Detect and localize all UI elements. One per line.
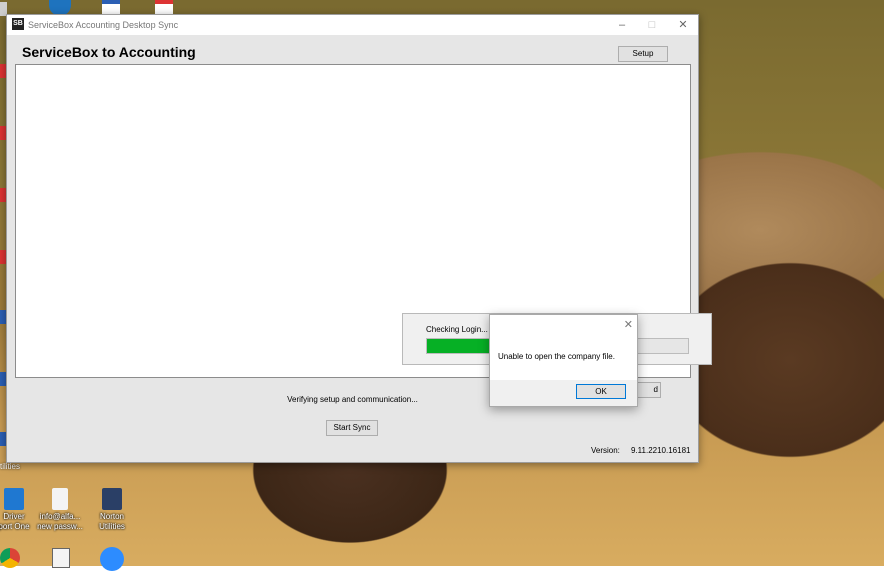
document-icon[interactable]	[52, 548, 70, 568]
title-bar[interactable]: SB ServiceBox Accounting Desktop Sync – …	[7, 15, 698, 35]
minimize-icon[interactable]: –	[615, 18, 629, 32]
zoom-icon[interactable]	[100, 547, 124, 571]
version-label: Version:	[591, 446, 620, 455]
driver-support-icon	[4, 488, 24, 510]
text-file-icon	[52, 488, 68, 510]
desktop-icon-label: Driver port One	[0, 512, 30, 531]
desktop-icon-info-file[interactable]: info@alfa... new passw...	[36, 488, 84, 532]
desktop-icon-label: Norton Utilities	[99, 512, 125, 531]
utilities-label-fragment: tilities	[0, 462, 21, 471]
setup-button[interactable]: Setup	[618, 46, 668, 62]
desktop-icon-driver-support[interactable]: Driver port One	[0, 488, 38, 532]
desktop-icon-label: info@alfa... new passw...	[37, 512, 83, 531]
progress-label: Checking Login...	[426, 325, 488, 334]
chrome-icon[interactable]	[0, 548, 20, 568]
close-icon[interactable]: ✕	[624, 318, 633, 331]
ok-button[interactable]: OK	[576, 384, 626, 399]
window-title: ServiceBox Accounting Desktop Sync	[28, 20, 179, 30]
desktop-icon-norton-utilities[interactable]: Norton Utilities	[88, 488, 136, 532]
error-message-box: ✕ Unable to open the company file. OK	[489, 314, 638, 407]
version-value: 9.11.2210.16181	[631, 446, 691, 455]
maximize-icon[interactable]: □	[645, 18, 659, 32]
progress-bar-fill	[427, 339, 493, 353]
message-box-footer: OK	[490, 380, 637, 406]
close-icon[interactable]: ✕	[676, 18, 690, 32]
norton-utilities-icon	[102, 488, 122, 510]
app-logo-icon: SB	[12, 18, 24, 30]
error-message-text: Unable to open the company file.	[498, 352, 615, 361]
page-title: ServiceBox to Accounting	[22, 44, 196, 60]
start-sync-button[interactable]: Start Sync	[326, 420, 378, 436]
